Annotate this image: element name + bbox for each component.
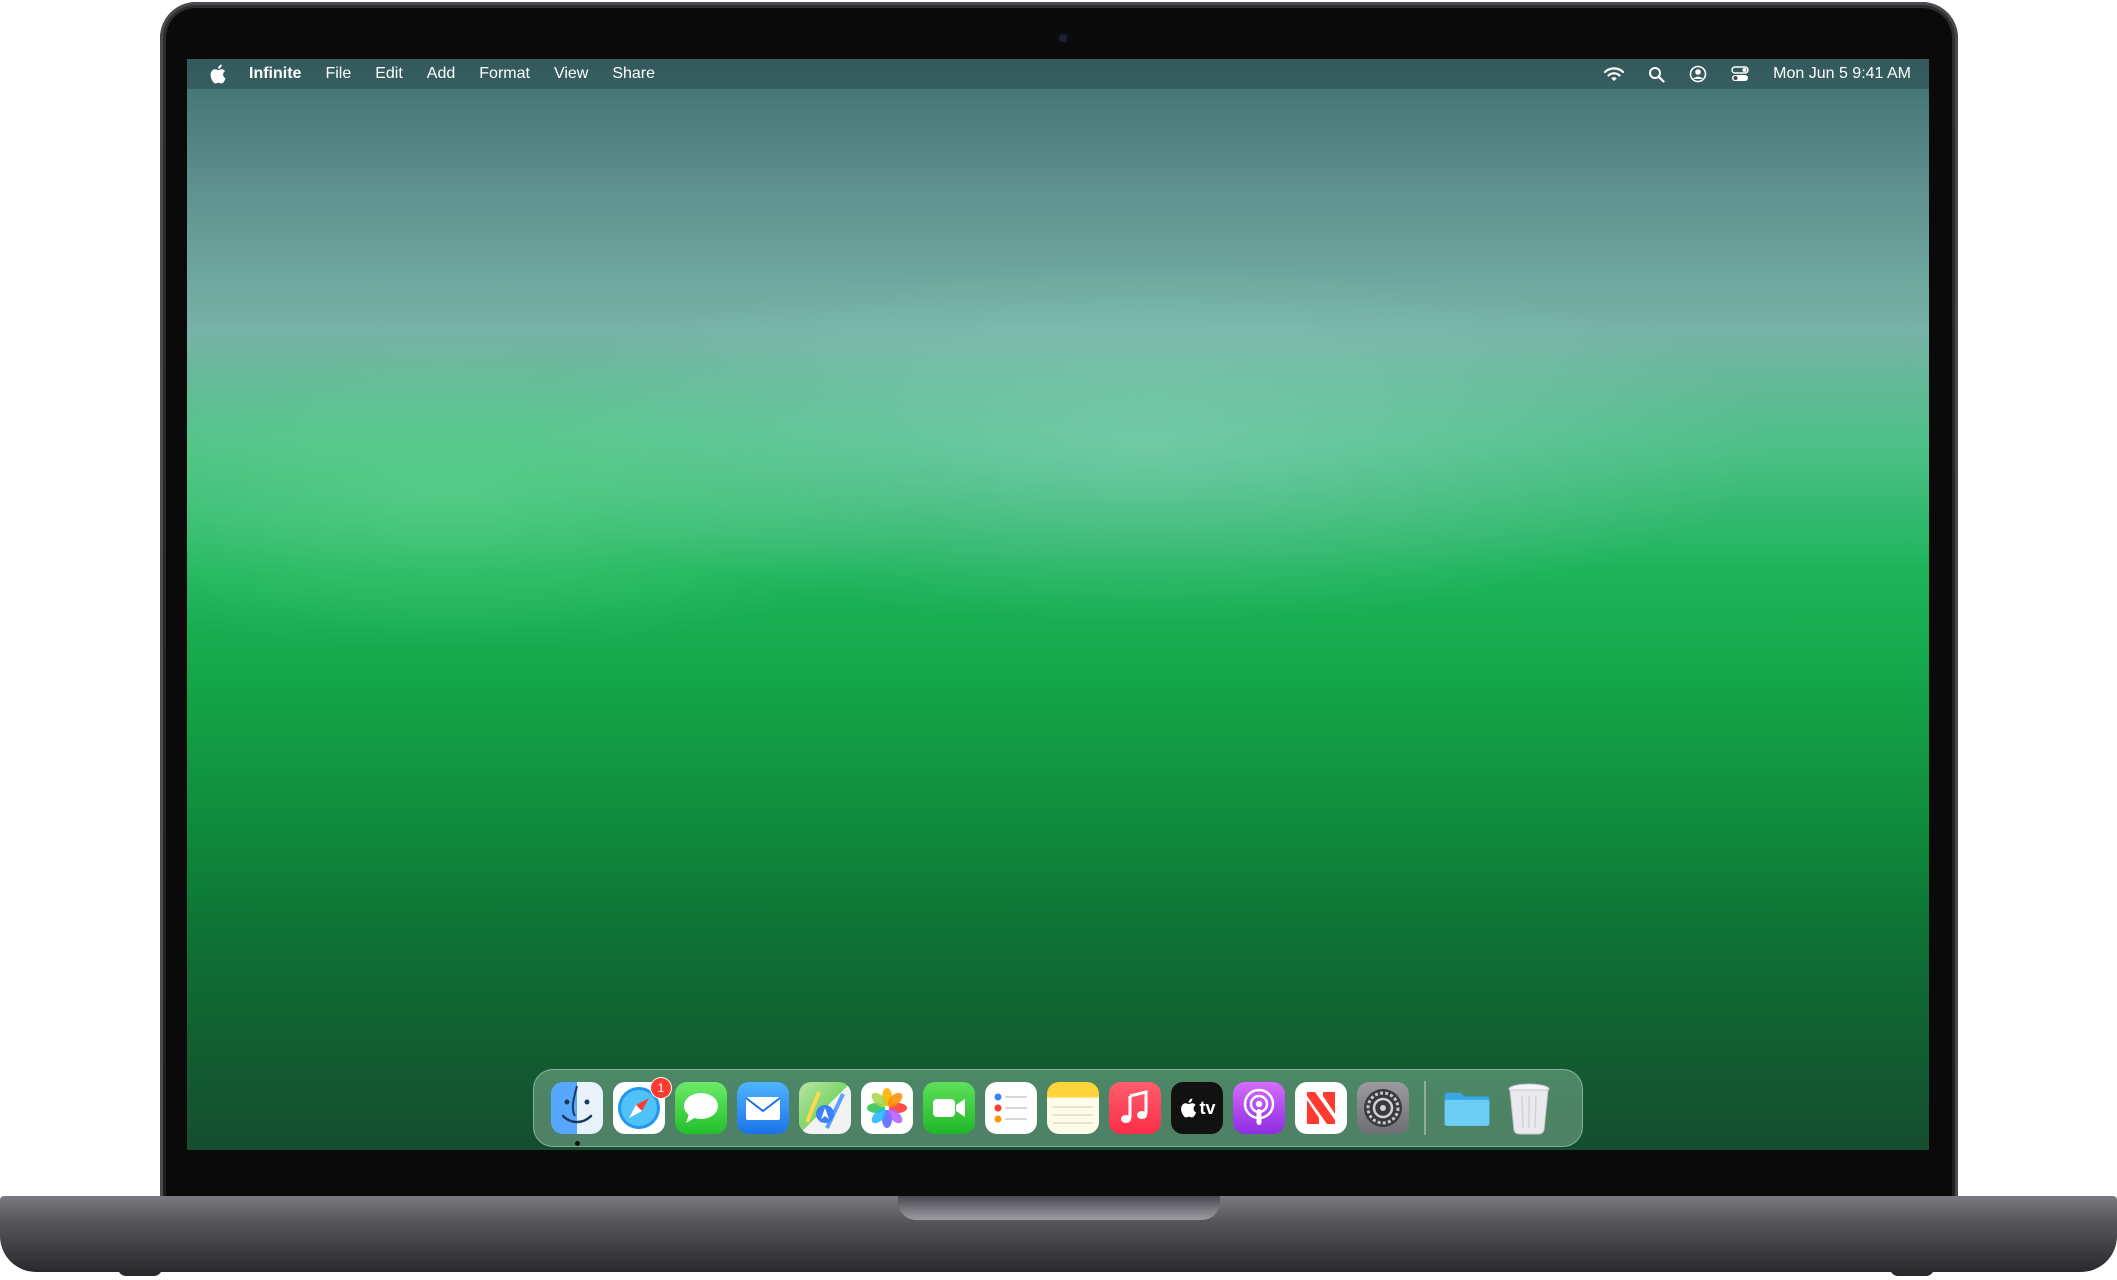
control-center-icon[interactable] [1729, 63, 1751, 85]
apple-menu-icon[interactable] [207, 63, 227, 85]
notification-badge: 1 [651, 1078, 671, 1098]
news-icon [1307, 1092, 1335, 1124]
podcasts-icon [1243, 1088, 1275, 1125]
dock-item-podcasts[interactable] [1233, 1082, 1285, 1134]
facetime-icon [933, 1099, 965, 1117]
laptop-foot-left [118, 1268, 162, 1276]
macbook-frame: Infinite File Edit Add Format View Share [0, 0, 2117, 1280]
menu-format[interactable]: Format [479, 65, 530, 83]
settings-icon [1364, 1089, 1402, 1127]
user-account-icon[interactable] [1687, 63, 1709, 85]
menu-file[interactable]: File [325, 65, 351, 83]
menu-view[interactable]: View [554, 65, 588, 83]
desktop[interactable]: Infinite File Edit Add Format View Share [187, 59, 1929, 1150]
trash-icon [1508, 1083, 1550, 1135]
dock-item-reminders[interactable] [985, 1082, 1037, 1134]
spotlight-search-icon[interactable] [1645, 63, 1667, 85]
dock-item-maps[interactable] [799, 1082, 851, 1134]
dock-item-facetime[interactable] [923, 1082, 975, 1134]
dock-item-trash[interactable] [1503, 1082, 1555, 1135]
dock: 1 tv [533, 1069, 1583, 1147]
menu-bar-clock[interactable]: Mon Jun 5 9:41 AM [1773, 65, 1911, 83]
wifi-icon[interactable] [1603, 63, 1625, 85]
notes-icon [1053, 1106, 1093, 1124]
maps-icon [805, 1091, 845, 1129]
reminders-icon [994, 1093, 1027, 1123]
dock-item-system-settings[interactable] [1357, 1082, 1409, 1134]
menu-bar: Infinite File Edit Add Format View Share [187, 59, 1929, 89]
dock-item-finder[interactable] [551, 1082, 603, 1146]
dock-item-folder[interactable] [1441, 1082, 1493, 1134]
dock-item-music[interactable] [1109, 1082, 1161, 1134]
laptop-foot-right [1890, 1268, 1934, 1276]
menu-share[interactable]: Share [612, 65, 655, 83]
running-indicator [575, 1141, 580, 1146]
dock-item-messages[interactable] [675, 1082, 727, 1134]
folder-icon [1444, 1092, 1490, 1126]
dock-item-tv[interactable]: tv [1171, 1082, 1223, 1134]
dock-item-mail[interactable] [737, 1082, 789, 1134]
dock-item-photos[interactable] [861, 1082, 913, 1134]
music-icon [1121, 1090, 1148, 1123]
tv-icon [1181, 1098, 1197, 1118]
dock-item-notes[interactable] [1047, 1082, 1099, 1134]
mail-icon [745, 1097, 781, 1120]
menu-app-name[interactable]: Infinite [249, 65, 301, 83]
dock-divider [1424, 1081, 1426, 1135]
tv-label: tv [1199, 1097, 1216, 1118]
menu-edit[interactable]: Edit [375, 65, 403, 83]
dock-item-safari[interactable]: 1 [613, 1078, 671, 1134]
messages-icon [684, 1093, 718, 1123]
photos-icon [867, 1088, 907, 1128]
finder-icon [561, 1085, 593, 1124]
dock-item-news[interactable] [1295, 1082, 1347, 1134]
camera-icon [1056, 31, 1070, 45]
laptop-lip-notch [898, 1196, 1220, 1220]
menu-add[interactable]: Add [427, 65, 455, 83]
